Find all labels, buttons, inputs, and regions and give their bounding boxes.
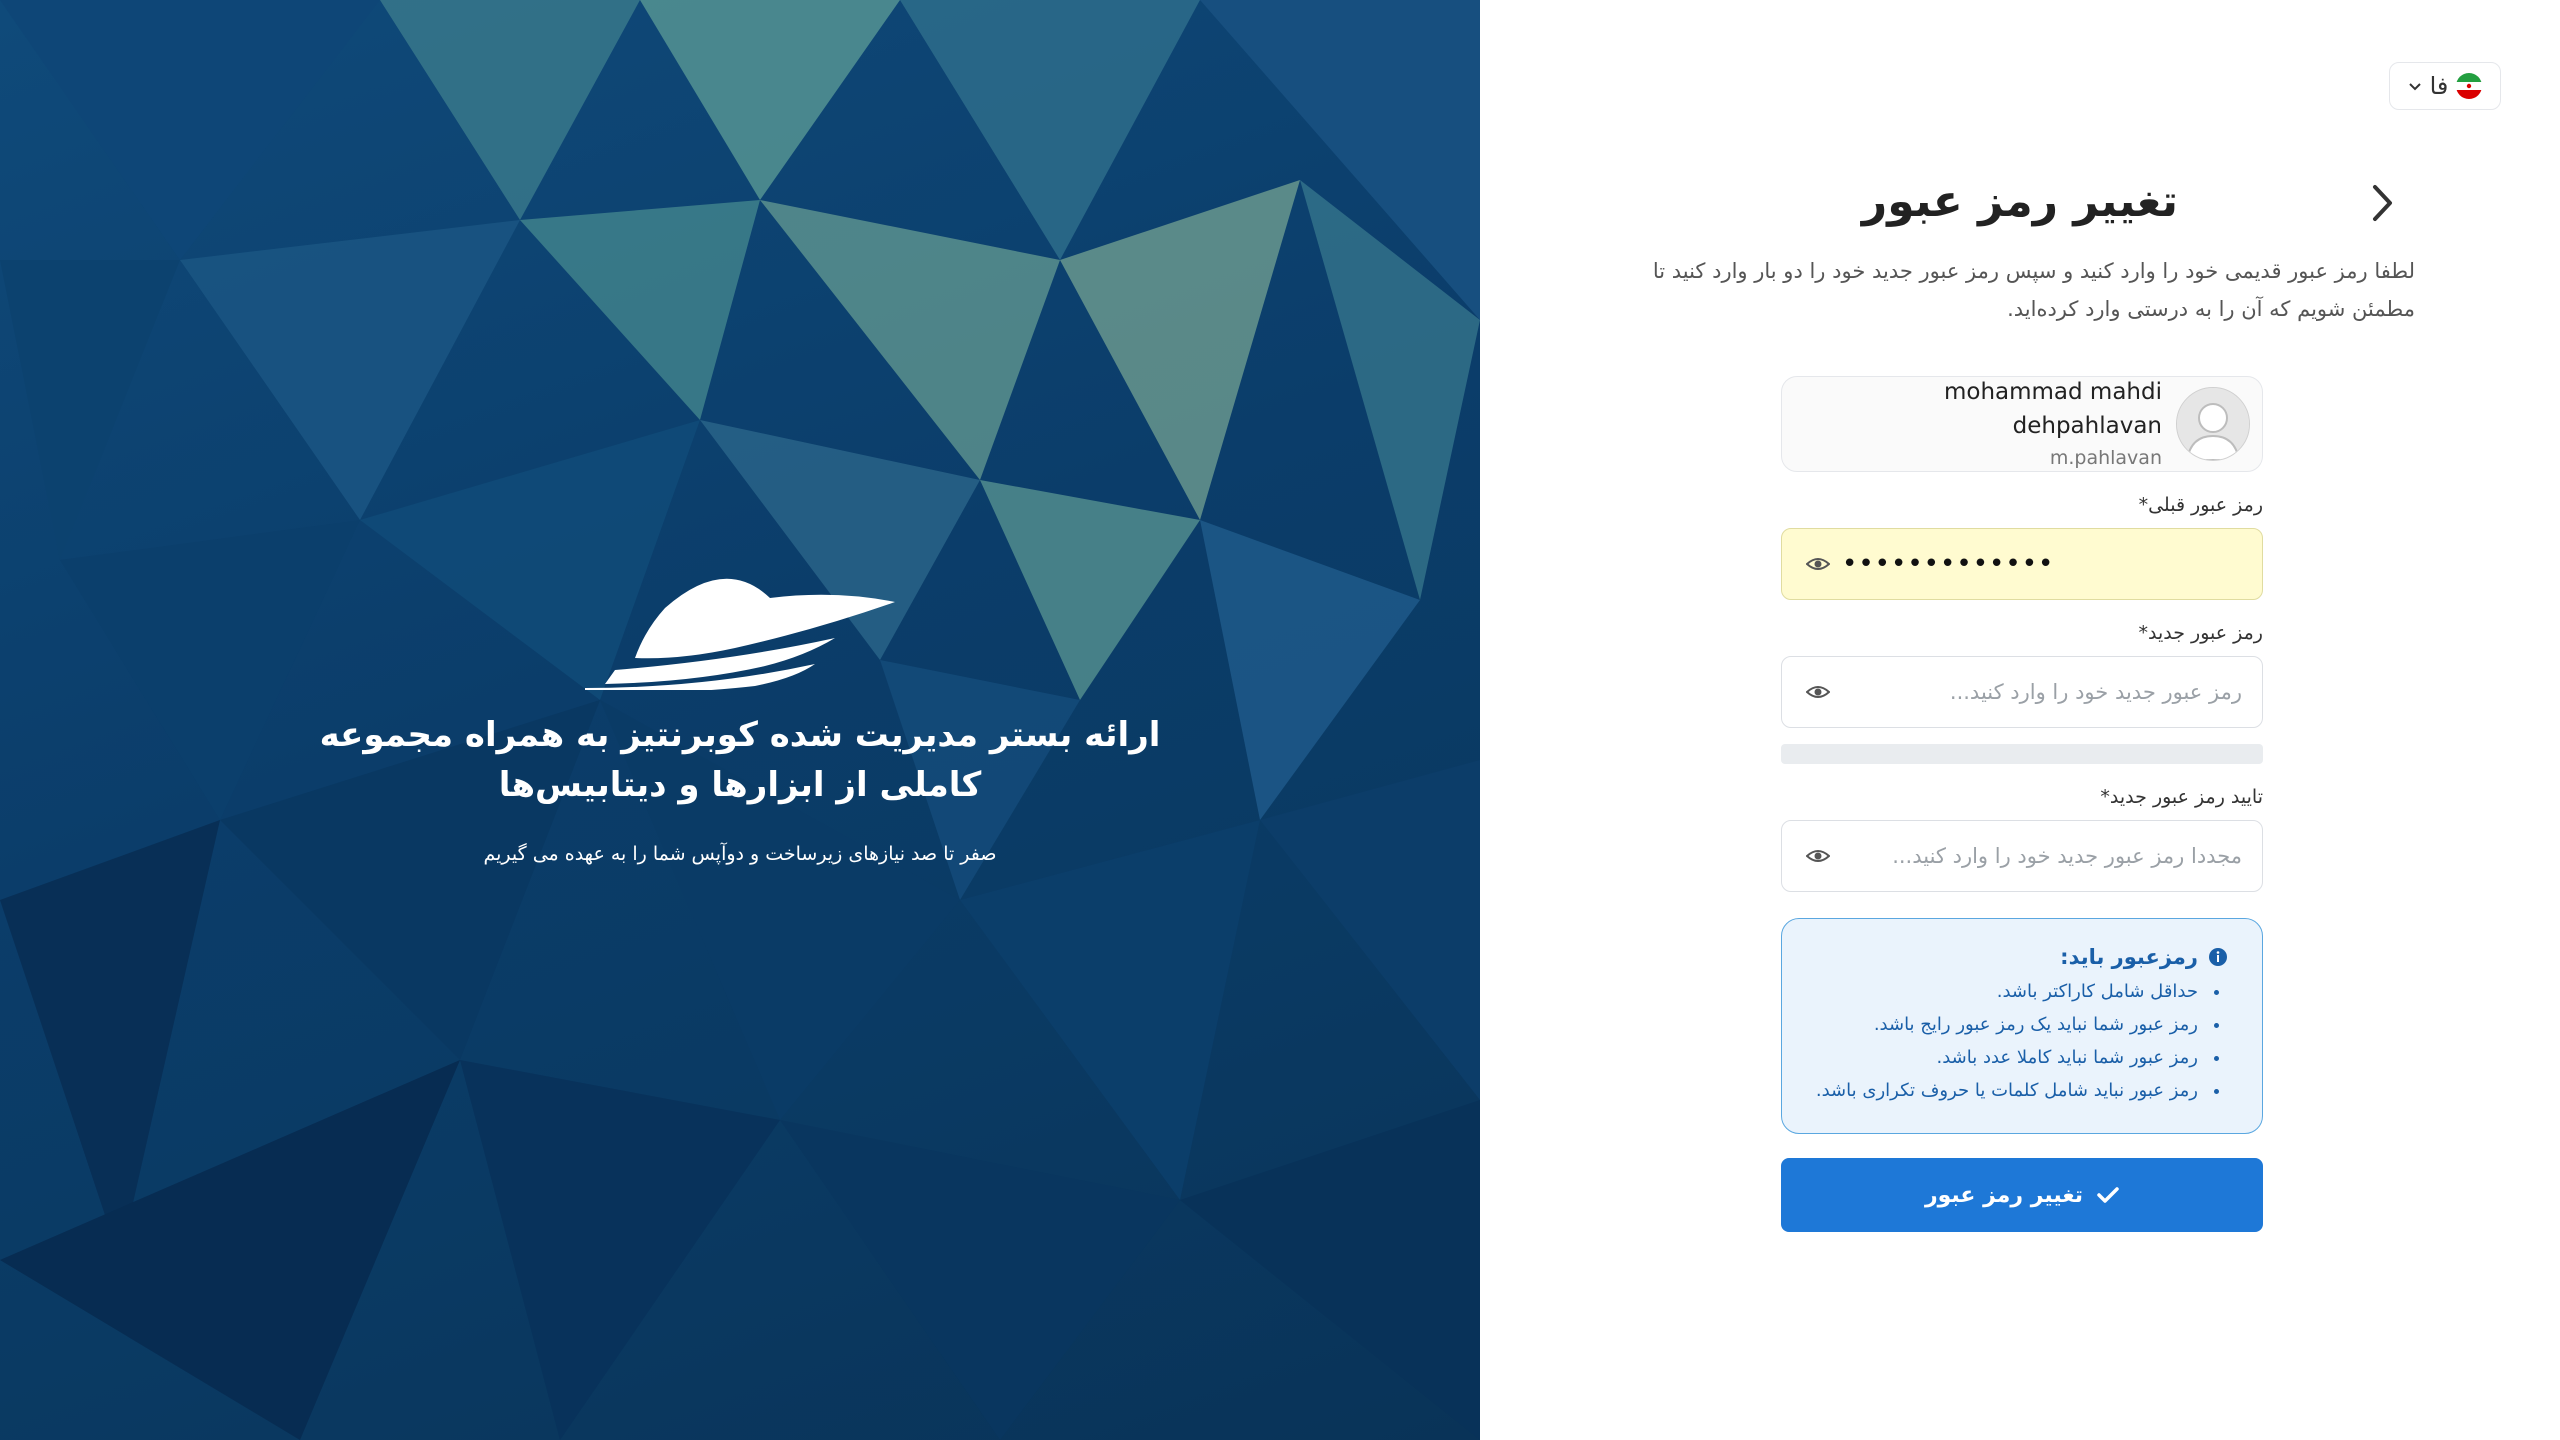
form-panel: فا تغییر رمز عبور لطفا رمز عبور قدیمی خو… [1480,0,2560,1440]
new-password-label: رمز عبور جدید* [2138,622,2263,644]
eye-icon[interactable] [1806,844,1830,868]
change-password-button[interactable]: تغییر رمز عبور [1781,1158,2263,1232]
change-password-form: mohammad mahdi dehpahlavan m.pahlavan رم… [1781,376,2263,1232]
old-password-label: رمز عبور قبلی* [2138,494,2263,516]
new-password-input[interactable] [1840,679,2244,705]
user-card: mohammad mahdi dehpahlavan m.pahlavan [1781,376,2263,472]
hero-content: ارائه بستر مدیریت شده کوبرنتیز به همراه … [300,560,1180,868]
user-name: mohammad mahdi dehpahlavan [1943,379,2162,439]
info-icon [2209,948,2227,966]
rules-header: رمزعبور باید: [1802,945,2228,969]
language-switcher[interactable]: فا [2389,62,2501,110]
new-password-field [1781,656,2263,728]
rule-item: رمز عبور نباید شامل کلمات یا حروف تکراری… [1802,1074,2202,1107]
confirm-password-field [1781,820,2263,892]
eye-icon[interactable] [1806,552,1830,576]
rules-title: رمزعبور باید: [2060,945,2198,969]
eye-icon[interactable] [1806,680,1830,704]
user-info: mohammad mahdi dehpahlavan m.pahlavan [1794,375,2162,473]
boat-logo-icon [585,578,895,690]
chevron-right-icon [2373,185,2392,221]
hero-subtitle: صفر تا صد نیازهای زیرساخت و دوآپس شما را… [483,843,997,865]
rule-item: حداقل شامل کاراکتر باشد. [1802,975,2202,1008]
confirm-password-label: تایید رمز عبور جدید* [2100,786,2263,808]
password-strength-bar [1781,744,2263,764]
avatar [2176,387,2250,461]
old-password-input[interactable] [1840,548,2244,580]
change-password-button-label: تغییر رمز عبور [1924,1182,2084,1208]
rules-list: حداقل شامل کاراکتر باشد. رمز عبور شما نب… [1802,975,2228,1107]
page-description: لطفا رمز عبور قدیمی خود را وارد کنید و س… [1652,259,2415,321]
user-username: m.pahlavan [2049,447,2162,469]
language-label: فا [2429,72,2449,100]
hero-title: ارائه بستر مدیریت شده کوبرنتیز به همراه … [319,715,1161,805]
rule-item: رمز عبور شما نباید یک رمز عبور رایج باشد… [1802,1008,2202,1041]
page-title: تغییر رمز عبور [1861,176,2179,227]
confirm-password-input[interactable] [1840,843,2244,869]
old-password-field [1781,528,2263,600]
rule-item: رمز عبور شما نباید کاملا عدد باشد. [1802,1041,2202,1074]
password-rules-box: رمزعبور باید: حداقل شامل کاراکتر باشد. ر… [1781,918,2263,1134]
back-button[interactable] [2360,180,2406,226]
hero-panel: ارائه بستر مدیریت شده کوبرنتیز به همراه … [0,0,1480,1440]
iran-flag-icon [2456,73,2483,99]
chevron-down-icon [2408,77,2422,96]
check-icon [2097,1187,2119,1203]
